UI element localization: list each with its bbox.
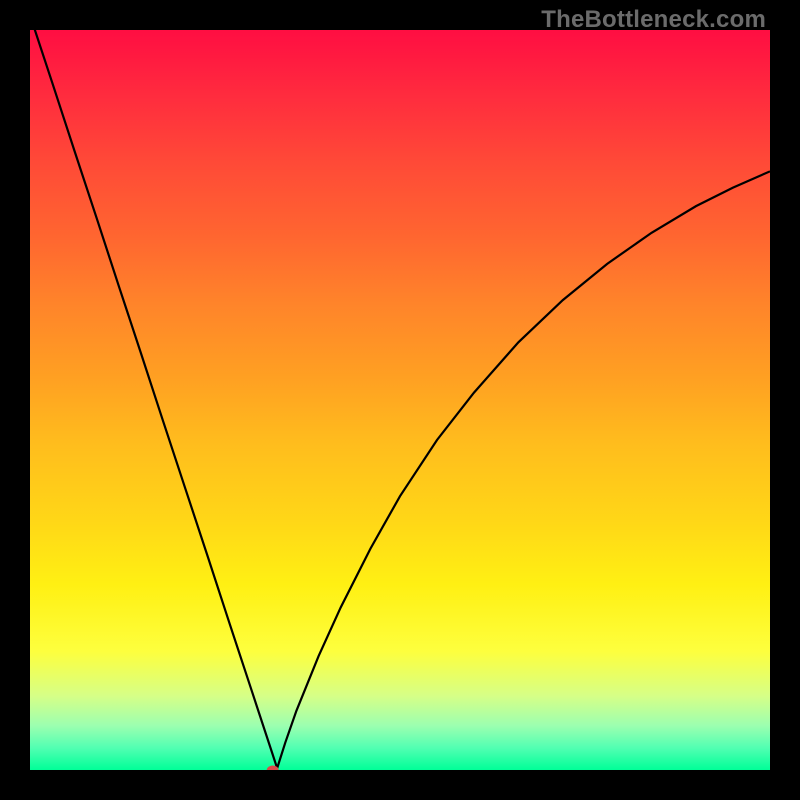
plot-area — [30, 30, 770, 770]
watermark-text: TheBottleneck.com — [541, 6, 766, 34]
chart-frame: TheBottleneck.com — [0, 0, 800, 800]
marker-layer — [30, 30, 770, 770]
minimum-marker — [267, 766, 279, 771]
